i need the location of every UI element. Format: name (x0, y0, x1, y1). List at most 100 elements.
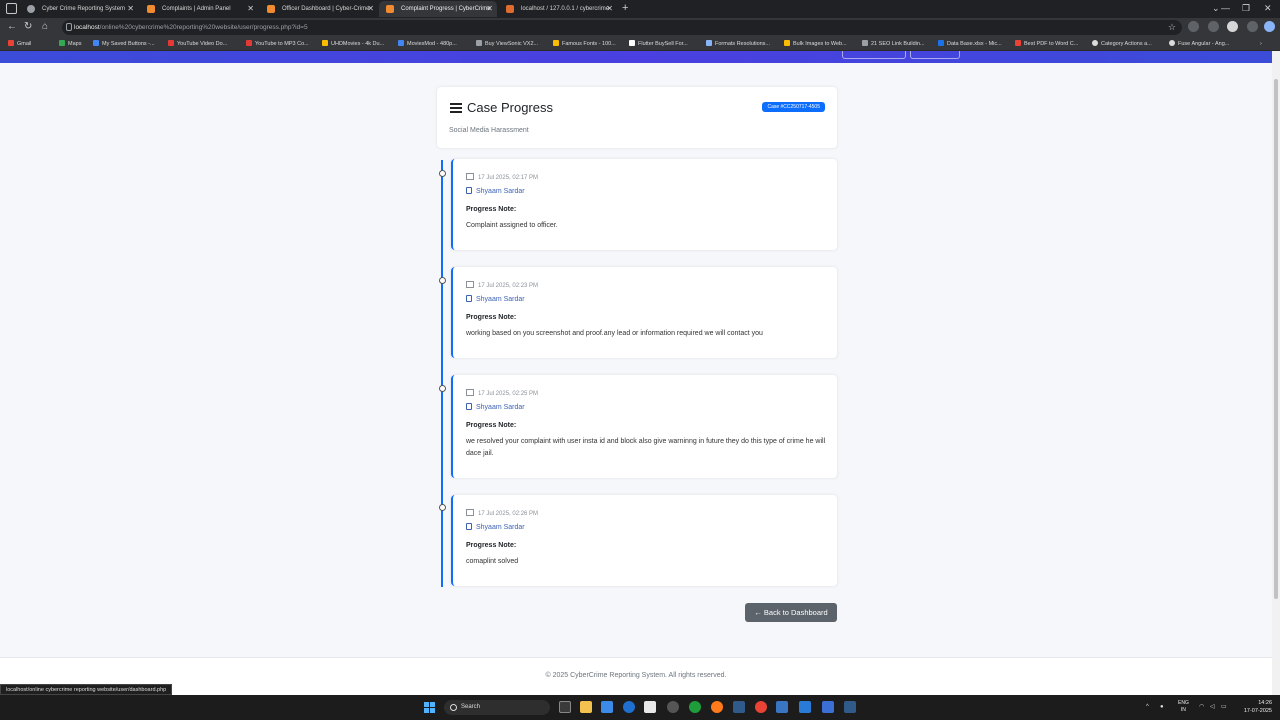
status-bar-url: localhost/online cybercrime reporting we… (0, 684, 173, 695)
bookmark-item[interactable]: Bulk Images to Web... (784, 37, 847, 51)
volume-icon[interactable]: ◁ (1210, 695, 1215, 720)
wifi-icon[interactable]: ◠ (1199, 695, 1204, 720)
tab-phpmyadmin[interactable]: localhost / 127.0.0.1 / cybercrime ✕ (499, 1, 617, 17)
close-icon[interactable]: ✕ (127, 1, 134, 17)
address-bar[interactable]: localhost/online%20cybercrime%20reportin… (62, 20, 1182, 35)
new-tab-icon[interactable]: + (622, 0, 628, 16)
footer-copyright: © 2025 CyberCrime Reporting System. All … (545, 672, 727, 679)
bookmark-item[interactable]: Flutter BuySell For... (629, 37, 688, 51)
menu-dots-icon[interactable] (1247, 21, 1258, 32)
progress-entry: 17 Jul 2025, 02:26 PM Shyaam Sardar Prog… (451, 495, 837, 586)
tab-label: Officer Dashboard | Cyber-Crime (282, 6, 370, 12)
extension-icon[interactable] (1188, 21, 1199, 32)
tab-officer-dashboard[interactable]: Officer Dashboard | Cyber-Crime ✕ (260, 1, 378, 17)
bookmark-item[interactable]: Fuse Angular - Ang... (1169, 37, 1229, 51)
bookmark-item[interactable]: Formats Resolutions... (706, 37, 770, 51)
notepad-icon[interactable] (822, 701, 834, 713)
bookmark-item[interactable]: Category Actions a... (1092, 37, 1152, 51)
bookmark-star-icon[interactable]: ☆ (1168, 20, 1176, 35)
bookmark-item[interactable]: MoviesMod - 480p... (398, 37, 457, 51)
bookmark-item[interactable]: Maps (59, 37, 81, 51)
chrome-dev-icon[interactable] (623, 701, 635, 713)
user-badge-icon (466, 523, 472, 530)
file-explorer-icon[interactable] (580, 701, 592, 713)
site-footer: © 2025 CyberCrime Reporting System. All … (0, 657, 1272, 695)
bookmark-item[interactable]: YouTube Video Do... (168, 37, 227, 51)
maximize-icon[interactable]: ❐ (1242, 0, 1250, 16)
navbar-button[interactable] (910, 51, 960, 59)
bookmarks-bar: Gmail Maps My Saved Buttons -... YouTube… (0, 37, 1280, 51)
bookmark-item[interactable]: Famous Fonts - 100... (553, 37, 616, 51)
taskbar-search[interactable]: Search (444, 700, 550, 715)
navbar-button[interactable] (842, 51, 906, 59)
case-header-card: Case Progress Case #CC250717-4505 Social… (437, 87, 837, 148)
gemini-icon[interactable] (1264, 21, 1275, 32)
page-title: Case Progress (467, 100, 553, 115)
site-favicon-icon (147, 5, 155, 13)
tab-complaint-progress[interactable]: Complaint Progress | CyberCrime ✕ (379, 1, 497, 17)
window-menu-icon[interactable] (6, 3, 17, 14)
bookmarks-overflow-icon[interactable]: › (1260, 37, 1262, 51)
bookmark-item[interactable]: Buy ViewSonic VX2... (476, 37, 538, 51)
bookmark-item[interactable]: Gmail (8, 37, 31, 51)
extensions-puzzle-icon[interactable] (1208, 21, 1219, 32)
profile-avatar-icon[interactable] (1227, 21, 1238, 32)
user-badge-icon (466, 187, 472, 194)
browser-toolbar: ← ↻ ⌂ localhost/online%20cybercrime%20re… (0, 18, 1280, 37)
progress-note-label: Progress Note: (466, 314, 517, 321)
tab-complaints-admin[interactable]: Complaints | Admin Panel ✕ (140, 1, 258, 17)
minimize-icon[interactable]: — (1221, 0, 1230, 16)
tab-cyber-crime-reporting[interactable]: Cyber Crime Reporting System ✕ (20, 1, 138, 17)
vscode-icon[interactable] (799, 701, 811, 713)
browser-tab-strip: Cyber Crime Reporting System ✕ Complaint… (0, 0, 1280, 18)
close-icon[interactable]: ✕ (486, 1, 493, 17)
back-to-dashboard-button[interactable]: ← Back to Dashboard (745, 603, 837, 622)
tab-label: localhost / 127.0.0.1 / cybercrime (521, 6, 610, 12)
firefox-icon[interactable] (711, 701, 723, 713)
xbox-icon[interactable] (689, 701, 701, 713)
address-url[interactable]: localhost/online%20cybercrime%20reportin… (74, 20, 308, 35)
back-arrow-icon[interactable]: ← (7, 20, 17, 34)
bookmark-item[interactable]: YouTube to MP3 Co... (246, 37, 309, 51)
progress-note-text: we resolved your complaint with user ins… (466, 438, 826, 457)
tab-label: Complaint Progress | CyberCrime (401, 6, 491, 12)
bookmark-item[interactable]: Best PDF to Word C... (1015, 37, 1078, 51)
windows-start-icon[interactable] (424, 702, 435, 713)
reload-icon[interactable]: ↻ (24, 20, 32, 34)
bookmark-item[interactable]: 21 SEO Link Buildin... (862, 37, 925, 51)
site-favicon-icon (267, 5, 275, 13)
windows-taskbar: Search ^ ● ENG IN ◠ ◁ ▭ 14:26 17-07-2025 (0, 695, 1280, 720)
edge-icon[interactable] (601, 701, 613, 713)
chrome-icon[interactable] (755, 701, 767, 713)
language-indicator[interactable]: ENG IN (1178, 700, 1189, 714)
tray-chevron-icon[interactable]: ^ (1146, 695, 1149, 720)
window-close-icon[interactable]: ✕ (1264, 0, 1272, 16)
home-icon[interactable]: ⌂ (42, 20, 48, 34)
store-icon[interactable] (644, 701, 656, 713)
site-info-icon[interactable] (66, 23, 72, 31)
bookmark-item[interactable]: My Saved Buttons -... (93, 37, 155, 51)
bookmark-item[interactable]: UHDMovies - 4k Du... (322, 37, 384, 51)
scrollbar-thumb[interactable] (1274, 79, 1278, 599)
battery-icon[interactable]: ▭ (1221, 695, 1227, 720)
close-icon[interactable]: ✕ (367, 1, 374, 17)
app-icon[interactable] (776, 701, 788, 713)
app-icon[interactable] (844, 701, 856, 713)
globe-icon (27, 5, 35, 13)
tray-app-icon[interactable]: ● (1160, 695, 1164, 720)
page-scrollbar[interactable] (1272, 51, 1280, 695)
timeline-dot (439, 170, 446, 177)
bookmark-item[interactable]: Data Base.xlsx - Mic... (938, 37, 1002, 51)
progress-date: 17 Jul 2025, 02:26 PM (466, 509, 538, 517)
app-icon[interactable] (733, 701, 745, 713)
github-icon[interactable] (667, 701, 679, 713)
progress-entry: 17 Jul 2025, 02:25 PM Shyaam Sardar Prog… (451, 375, 837, 478)
close-icon[interactable]: ✕ (247, 1, 254, 17)
close-icon[interactable]: ✕ (606, 1, 613, 17)
tab-search-icon[interactable]: ⌄ (1212, 0, 1220, 16)
progress-note-text: Complaint assigned to officer. (466, 222, 558, 229)
task-view-icon[interactable] (559, 701, 571, 713)
progress-note-label: Progress Note: (466, 542, 517, 549)
progress-entry: 17 Jul 2025, 02:17 PM Shyaam Sardar Prog… (451, 159, 837, 250)
taskbar-clock[interactable]: 14:26 17-07-2025 (1236, 699, 1272, 715)
